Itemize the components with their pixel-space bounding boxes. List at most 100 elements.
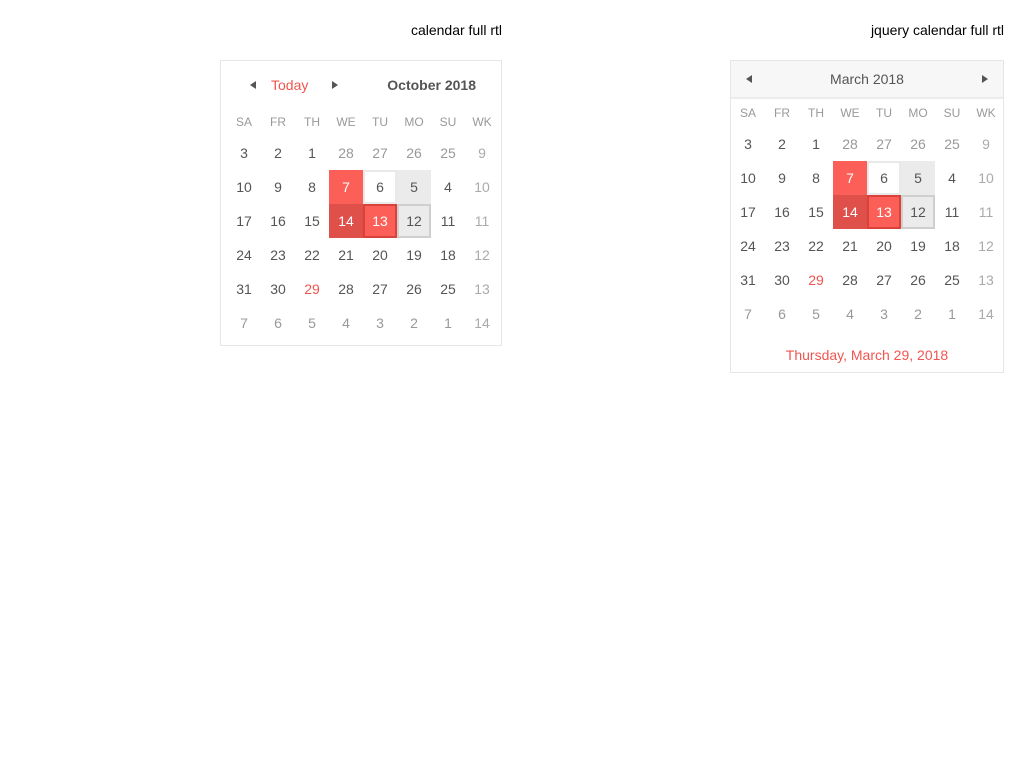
day-cell[interactable]: 1 xyxy=(295,136,329,170)
day-cell[interactable]: 25 xyxy=(935,127,969,161)
day-cell[interactable]: 2 xyxy=(261,136,295,170)
day-cell[interactable]: 27 xyxy=(867,263,901,297)
day-cell[interactable]: 15 xyxy=(295,204,329,238)
day-cell[interactable]: 23 xyxy=(261,238,295,272)
day-cell[interactable]: 24 xyxy=(227,238,261,272)
day-cell[interactable]: 5 xyxy=(799,297,833,331)
day-cell[interactable]: 12 xyxy=(397,204,431,238)
day-cell[interactable]: 16 xyxy=(261,204,295,238)
jquery-calendar-widget: March 2018 SA FR TH WE TU MO SU WK 3 2 1 28 27 26 25 9 1… xyxy=(730,60,1004,373)
day-cell[interactable]: 13 xyxy=(363,204,397,238)
day-cell[interactable]: 13 xyxy=(867,195,901,229)
day-cell[interactable]: 20 xyxy=(867,229,901,263)
day-cell[interactable]: 30 xyxy=(261,272,295,306)
day-cell[interactable]: 23 xyxy=(765,229,799,263)
selected-date-footer[interactable]: Thursday, March 29, 2018 xyxy=(731,343,1003,367)
day-cell[interactable]: 26 xyxy=(397,272,431,306)
day-cell[interactable]: 16 xyxy=(765,195,799,229)
day-cell[interactable]: 21 xyxy=(329,238,363,272)
day-cell[interactable]: 25 xyxy=(431,136,465,170)
weekday-label: FR xyxy=(270,115,286,129)
next-month-button[interactable] xyxy=(975,61,995,97)
day-cell[interactable]: 6 xyxy=(765,297,799,331)
day-cell[interactable]: 3 xyxy=(867,297,901,331)
day-cell[interactable]: 3 xyxy=(731,127,765,161)
day-cell[interactable]: 14 xyxy=(329,204,363,238)
day-cell[interactable]: 6 xyxy=(261,306,295,340)
day-cell[interactable]: 7 xyxy=(731,297,765,331)
day-cell[interactable]: 28 xyxy=(833,263,867,297)
day-cell[interactable]: 7 xyxy=(329,170,363,204)
day-cell[interactable]: 27 xyxy=(363,136,397,170)
day-cell[interactable]: 14 xyxy=(833,195,867,229)
day-cell[interactable]: 29 xyxy=(799,263,833,297)
day-cell[interactable]: 1 xyxy=(431,306,465,340)
day-cell[interactable]: 6 xyxy=(363,170,397,204)
day-cell[interactable]: 8 xyxy=(295,170,329,204)
day-cell[interactable]: 19 xyxy=(397,238,431,272)
week-row: 24 23 22 21 20 19 18 12 xyxy=(731,229,1003,263)
day-cell[interactable]: 20 xyxy=(363,238,397,272)
day-cell[interactable]: 11 xyxy=(935,195,969,229)
day-cell[interactable]: 22 xyxy=(799,229,833,263)
day-cell[interactable]: 26 xyxy=(901,263,935,297)
week-number: 9 xyxy=(478,145,486,161)
day-cell[interactable]: 3 xyxy=(227,136,261,170)
day-cell[interactable]: 21 xyxy=(833,229,867,263)
day-cell[interactable]: 28 xyxy=(329,272,363,306)
day-cell[interactable]: 7 xyxy=(227,306,261,340)
day-cell[interactable]: 4 xyxy=(833,297,867,331)
day-cell[interactable]: 4 xyxy=(431,170,465,204)
day-cell[interactable]: 29 xyxy=(295,272,329,306)
day-cell[interactable]: 22 xyxy=(295,238,329,272)
week-row: 7 6 5 4 3 2 1 14 xyxy=(227,306,499,340)
day-cell[interactable]: 12 xyxy=(901,195,935,229)
day-cell[interactable]: 26 xyxy=(397,136,431,170)
day-cell[interactable]: 3 xyxy=(363,306,397,340)
day-cell[interactable]: 17 xyxy=(227,204,261,238)
today-button[interactable]: Today xyxy=(271,71,308,99)
day-cell[interactable]: 18 xyxy=(431,238,465,272)
day-cell[interactable]: 30 xyxy=(765,263,799,297)
day-cell[interactable]: 2 xyxy=(901,297,935,331)
day-cell[interactable]: 1 xyxy=(799,127,833,161)
prev-month-button[interactable] xyxy=(243,71,263,99)
day-cell[interactable]: 8 xyxy=(799,161,833,195)
day-cell[interactable]: 10 xyxy=(227,170,261,204)
prev-month-button[interactable] xyxy=(739,61,759,97)
day-cell[interactable]: 26 xyxy=(901,127,935,161)
day-cell[interactable]: 1 xyxy=(935,297,969,331)
day-cell[interactable]: 9 xyxy=(765,161,799,195)
day-cell[interactable]: 27 xyxy=(867,127,901,161)
day-cell[interactable]: 9 xyxy=(261,170,295,204)
day-cell[interactable]: 2 xyxy=(765,127,799,161)
next-month-button[interactable] xyxy=(325,71,345,99)
day-cell[interactable]: 18 xyxy=(935,229,969,263)
day-cell[interactable]: 17 xyxy=(731,195,765,229)
day-cell[interactable]: 28 xyxy=(833,127,867,161)
day-cell[interactable]: 7 xyxy=(833,161,867,195)
day-cell[interactable]: 10 xyxy=(731,161,765,195)
day-cell[interactable]: 24 xyxy=(731,229,765,263)
day-cell[interactable]: 25 xyxy=(431,272,465,306)
day-cell[interactable]: 4 xyxy=(329,306,363,340)
day-cell[interactable]: 25 xyxy=(935,263,969,297)
day-cell[interactable]: 5 xyxy=(901,161,935,195)
day-cell[interactable]: 15 xyxy=(799,195,833,229)
day-cell[interactable]: 5 xyxy=(295,306,329,340)
weekday-label: TH xyxy=(304,115,320,129)
day-cell[interactable]: 31 xyxy=(731,263,765,297)
day-cell[interactable]: 11 xyxy=(431,204,465,238)
weekday-label: MO xyxy=(908,106,928,120)
day-grid: SA FR TH WE TU MO SU WK 3 2 1 28 27 26 25 9 10 9 8 7 6 5 4 10 17… xyxy=(731,99,1003,331)
day-cell[interactable]: 28 xyxy=(329,136,363,170)
day-cell[interactable]: 19 xyxy=(901,229,935,263)
day-cell[interactable]: 6 xyxy=(867,161,901,195)
month-title[interactable]: March 2018 xyxy=(731,61,1003,97)
day-cell[interactable]: 5 xyxy=(397,170,431,204)
day-cell[interactable]: 27 xyxy=(363,272,397,306)
month-title[interactable]: October 2018 xyxy=(387,71,476,99)
day-cell[interactable]: 31 xyxy=(227,272,261,306)
day-cell[interactable]: 2 xyxy=(397,306,431,340)
day-cell[interactable]: 4 xyxy=(935,161,969,195)
